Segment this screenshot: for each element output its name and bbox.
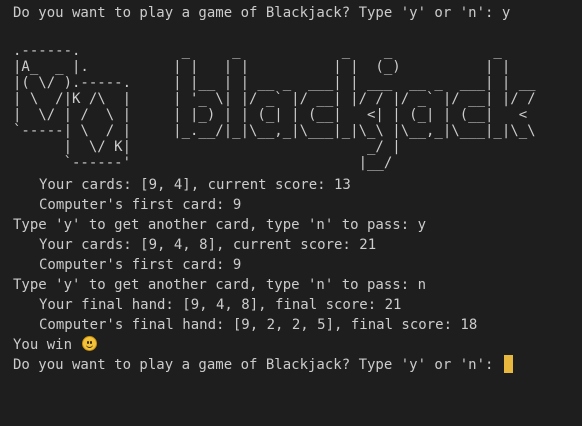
blackjack-ascii-art: .------. _ _ _ _ _ |A_ _ |. | | | | | | … — [13, 43, 536, 171]
input-prompt-line[interactable]: Do you want to play a game of Blackjack?… — [13, 355, 582, 375]
computer-first-card-line: Computer's first card: 9 — [39, 197, 242, 213]
input-prompt-text: Do you want to play a game of Blackjack?… — [13, 357, 502, 373]
result-text: You win — [13, 337, 73, 353]
player-final-hand-line: Your final hand: [9, 4, 8], final score:… — [39, 297, 402, 313]
text-cursor — [503, 355, 513, 373]
play-prompt-line: Do you want to play a game of Blackjack?… — [13, 5, 511, 21]
terminal-window[interactable]: Do you want to play a game of Blackjack?… — [0, 0, 582, 426]
player-cards-line: Your cards: [9, 4], current score: 13 — [39, 177, 351, 193]
player-cards-line: Your cards: [9, 4, 8], current score: 21 — [39, 237, 377, 253]
result-line: You win — [13, 335, 582, 355]
draw-prompt-line: Type 'y' to get another card, type 'n' t… — [13, 277, 427, 293]
draw-prompt-line: Type 'y' to get another card, type 'n' t… — [13, 217, 427, 233]
computer-first-card-line: Computer's first card: 9 — [39, 257, 242, 273]
computer-final-hand-line: Computer's final hand: [9, 2, 2, 5], fin… — [39, 317, 478, 333]
smiley-face-icon — [82, 336, 98, 351]
